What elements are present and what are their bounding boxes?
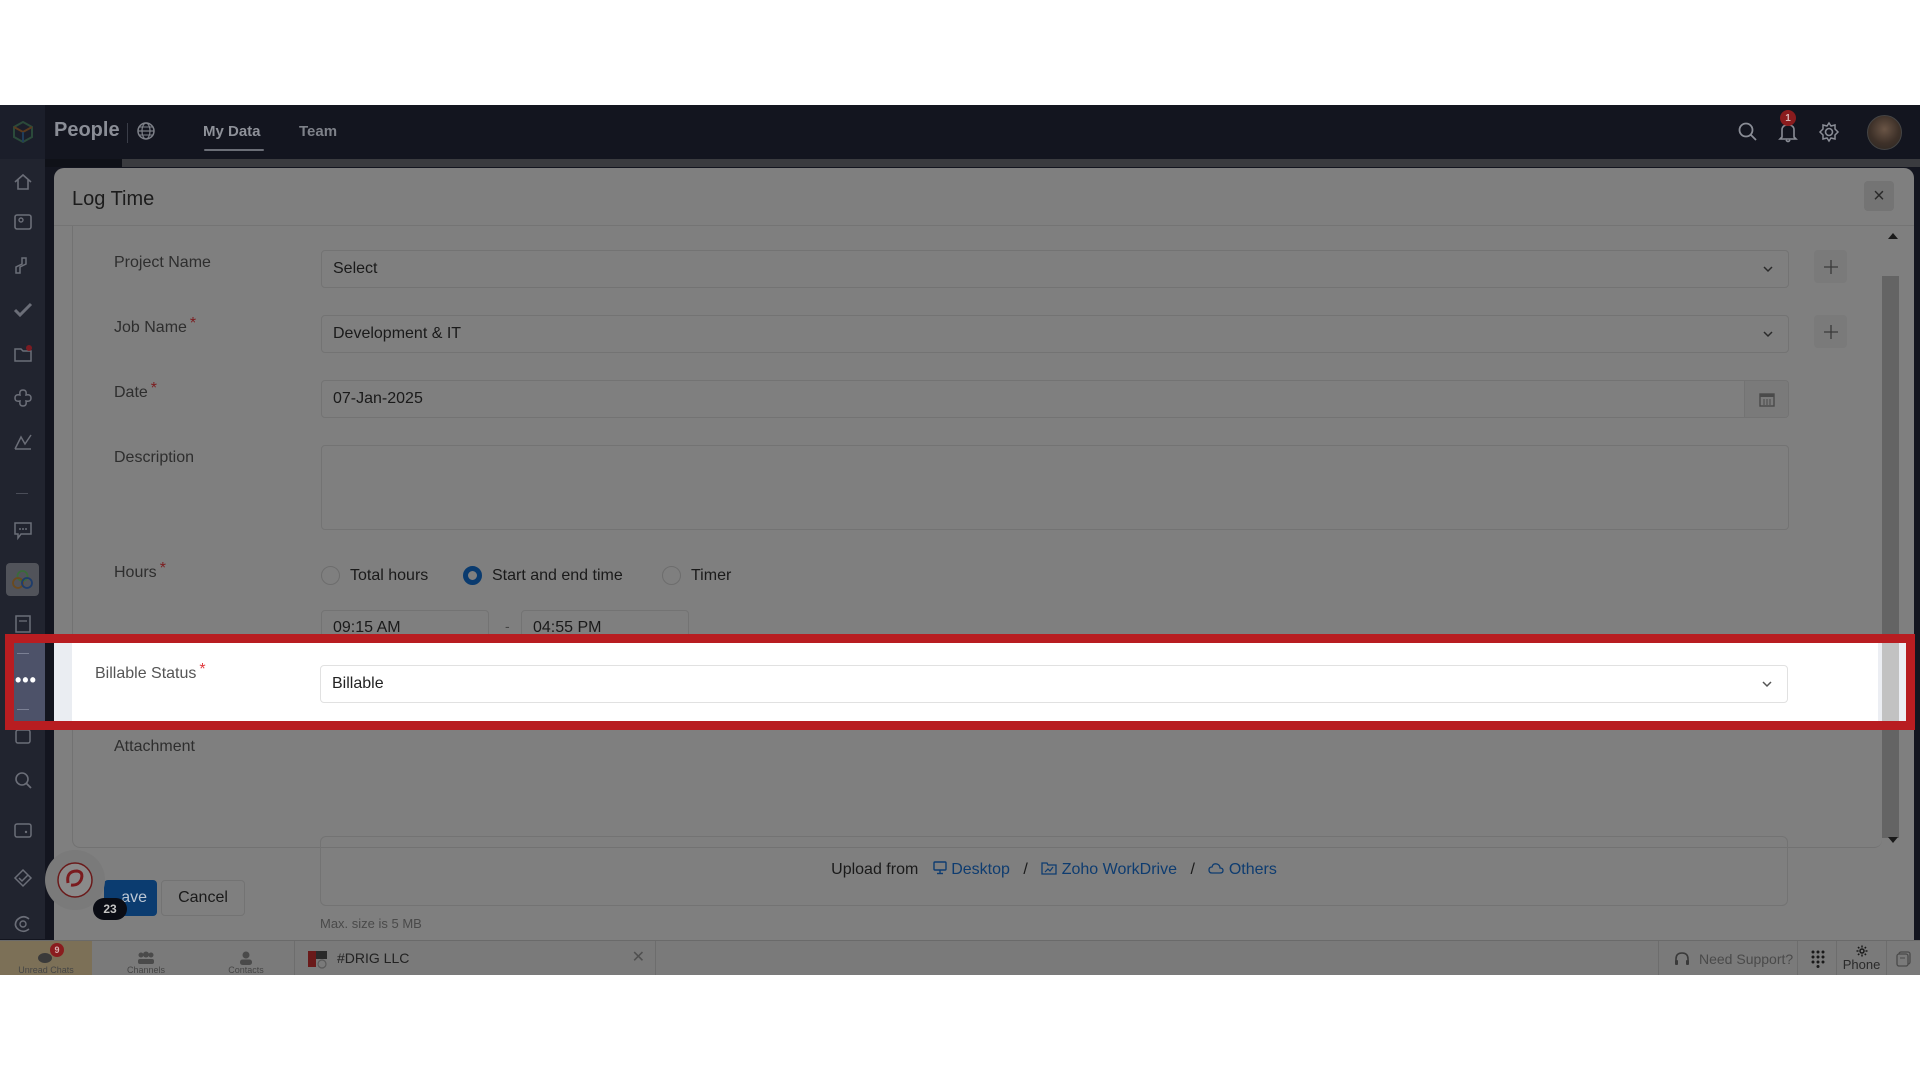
- cancel-button[interactable]: Cancel: [161, 880, 245, 916]
- dialpad-button[interactable]: [1799, 941, 1837, 975]
- need-support-button[interactable]: Need Support?: [1658, 941, 1798, 975]
- attachment-label: Attachment: [114, 738, 195, 755]
- calendar-icon: [1758, 393, 1775, 407]
- cases-icon[interactable]: [12, 913, 34, 935]
- home-icon[interactable]: [12, 171, 34, 193]
- unread-chats-badge: 9: [50, 943, 64, 957]
- close-button[interactable]: ×: [1864, 181, 1894, 211]
- search-icon[interactable]: [1737, 121, 1759, 143]
- left-sidebar: [0, 159, 45, 939]
- user-avatar[interactable]: [1867, 115, 1902, 150]
- attachment-dropzone[interactable]: Upload from Desktop / Zoho WorkDrive / O…: [320, 836, 1788, 906]
- highlight-annotation-frame: [5, 634, 1915, 730]
- job-name-label: Job Name *: [114, 315, 197, 336]
- active-tab-indicator: [204, 149, 264, 151]
- divider: [127, 123, 128, 143]
- files-icon[interactable]: [12, 343, 34, 365]
- tab-channels[interactable]: Channels: [100, 941, 192, 975]
- project-name-label: Project Name: [114, 254, 211, 271]
- company-logo-icon: [57, 862, 93, 898]
- radio-total-hours[interactable]: Total hours: [321, 566, 428, 585]
- app-window: People My Data Team 1 Log Time × Project…: [0, 105, 1920, 975]
- upload-others-link[interactable]: Others: [1208, 861, 1277, 878]
- org-icon[interactable]: [12, 387, 34, 409]
- upload-options: Upload from Desktop / Zoho WorkDrive / O…: [831, 861, 1277, 878]
- modal-title: Log Time: [72, 188, 155, 210]
- log-time-form: Project Name Select Job Name * Developmen…: [72, 226, 1882, 848]
- notes-button[interactable]: [1888, 941, 1920, 975]
- feedback-chat-icon[interactable]: [12, 519, 34, 541]
- radio-button-selected[interactable]: [463, 566, 482, 585]
- wallet-icon[interactable]: [12, 819, 34, 841]
- close-icon: ×: [1873, 184, 1885, 207]
- description-textarea[interactable]: [321, 445, 1789, 530]
- conversation-name: #DRIG LLC: [337, 950, 410, 966]
- radio-start-end-time[interactable]: Start and end time: [463, 566, 623, 585]
- tab-unread-chats[interactable]: Unread Chats: [0, 941, 92, 975]
- time-separator: -: [505, 618, 510, 634]
- hours-mode-radio-group: Total hours Start and end time Timer: [321, 566, 921, 590]
- chevron-down-icon: [1763, 331, 1773, 338]
- dialpad-icon: [1811, 950, 1824, 968]
- scrollbar-thumb[interactable]: [1882, 276, 1899, 838]
- approvals-check-icon[interactable]: [12, 299, 34, 321]
- desktop-icon: [933, 861, 947, 875]
- sidebar-divider: [16, 493, 28, 494]
- upload-workdrive-link[interactable]: Zoho WorkDrive: [1041, 861, 1181, 878]
- app-name[interactable]: People: [54, 119, 120, 142]
- chat-bar: Unread Chats 9 Channels Contacts #DRIG L…: [0, 940, 1920, 975]
- conversation-logo-icon: [308, 951, 327, 969]
- calendar-button[interactable]: [1744, 381, 1788, 417]
- scroll-down-arrow-icon[interactable]: [1888, 837, 1898, 843]
- notes-icon: [1896, 950, 1911, 967]
- tab-contacts[interactable]: Contacts: [200, 941, 292, 975]
- search-sidebar-icon[interactable]: [12, 769, 34, 791]
- description-label: Description: [114, 449, 195, 466]
- apps-icon: [12, 570, 33, 589]
- leave-icon[interactable]: [12, 255, 34, 277]
- channels-icon: [138, 951, 154, 964]
- phone-button[interactable]: Phone: [1837, 941, 1887, 975]
- log-time-modal: Log Time × Project Name Select Job Name *…: [54, 168, 1914, 943]
- zoho-people-logo-icon: [12, 120, 33, 144]
- chevron-down-icon: [1763, 266, 1773, 273]
- radio-timer[interactable]: Timer: [662, 566, 731, 585]
- app-logo[interactable]: [0, 105, 45, 159]
- top-bar: People My Data Team 1: [0, 105, 1920, 159]
- project-name-select[interactable]: Select: [321, 250, 1789, 288]
- open-conversation-tab[interactable]: #DRIG LLC ✕: [294, 941, 656, 975]
- radio-button[interactable]: [662, 566, 681, 585]
- page-backdrop: [45, 159, 1920, 167]
- contacts-icon: [240, 951, 252, 965]
- date-input[interactable]: 07-Jan-2025: [321, 380, 1789, 418]
- form-scrollbar[interactable]: [1877, 226, 1909, 848]
- add-job-button[interactable]: [1814, 315, 1847, 348]
- performance-icon[interactable]: [12, 431, 34, 453]
- close-conversation-icon[interactable]: ✕: [632, 947, 645, 967]
- phone-settings-icon: [1856, 945, 1867, 957]
- sidebar-item-apps-active[interactable]: [6, 563, 39, 596]
- plus-icon: [1823, 324, 1838, 339]
- scroll-up-arrow-icon[interactable]: [1888, 233, 1898, 239]
- hours-label: Hours *: [114, 560, 166, 581]
- headset-icon: [1675, 951, 1689, 965]
- radio-button[interactable]: [321, 566, 340, 585]
- workdrive-icon: [1041, 862, 1057, 875]
- forms-icon[interactable]: [12, 613, 34, 635]
- date-label: Date *: [114, 380, 158, 401]
- tab-my-data[interactable]: My Data: [203, 123, 261, 140]
- add-project-button[interactable]: [1814, 250, 1847, 283]
- tab-team[interactable]: Team: [299, 123, 337, 140]
- cloud-icon: [1208, 863, 1225, 874]
- attachment-size-hint: Max. size is 5 MB: [320, 916, 422, 931]
- plus-icon: [1823, 259, 1838, 274]
- notification-badge: 1: [1780, 110, 1796, 126]
- upload-desktop-link[interactable]: Desktop: [933, 861, 1015, 878]
- chat-unread-count: 23: [93, 898, 127, 920]
- settings-gear-icon[interactable]: [1818, 121, 1840, 143]
- profile-card-icon[interactable]: [12, 211, 34, 233]
- verified-check-icon[interactable]: [12, 867, 34, 889]
- globe-icon[interactable]: [136, 121, 156, 141]
- job-name-select[interactable]: Development & IT: [321, 315, 1789, 353]
